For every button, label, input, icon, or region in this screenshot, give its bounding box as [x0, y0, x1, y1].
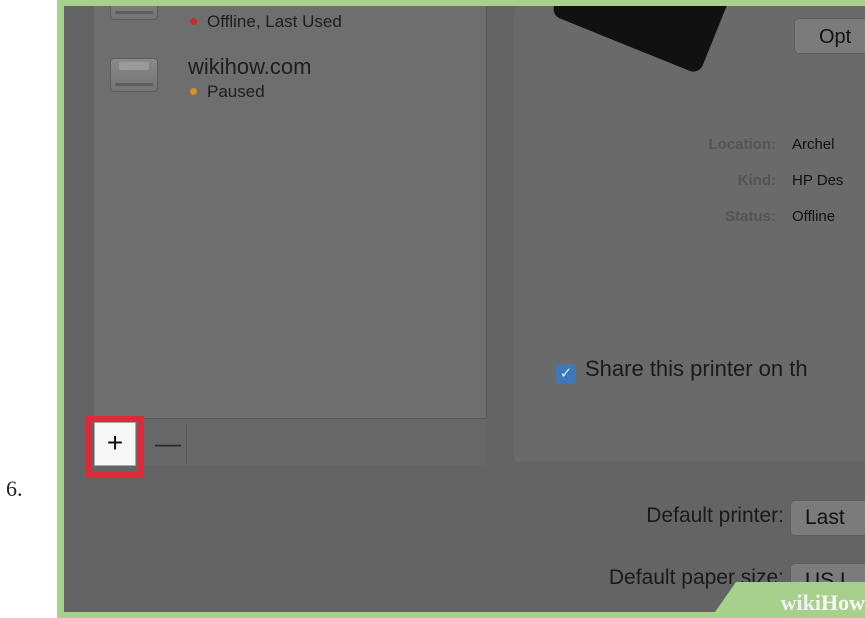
step-number: 6.	[6, 476, 23, 501]
printer-list: Offline, Last Used wikihow.com Paused	[94, 6, 487, 418]
options-supplies-button[interactable]: Opt	[794, 18, 865, 54]
wikihow-watermark: wikiHow	[780, 590, 865, 612]
screenshot-frame: Offline, Last Used wikihow.com Paused + …	[57, 0, 865, 618]
printer-status: Paused	[188, 82, 265, 102]
printer-status: Offline, Last Used	[188, 12, 342, 32]
printer-details-panel	[514, 6, 865, 462]
remove-printer-button[interactable]: —	[150, 424, 187, 464]
printer-icon	[110, 58, 158, 92]
location-label: Location:	[708, 136, 777, 153]
printer-item-wikihow[interactable]: wikihow.com Paused	[110, 50, 470, 110]
add-printer-button[interactable]: +	[94, 422, 136, 466]
status-label: Status:	[725, 208, 776, 225]
printer-item-last-used[interactable]: Offline, Last Used	[110, 6, 470, 56]
default-printer-select[interactable]: Last	[790, 500, 865, 536]
default-printer-label: Default printer:	[646, 504, 784, 527]
printers-preferences-window: Offline, Last Used wikihow.com Paused + …	[64, 6, 865, 612]
share-label: Share this printer on th	[585, 356, 808, 381]
status-dot-icon	[190, 18, 197, 26]
share-checkbox[interactable]: ✓	[556, 364, 576, 384]
share-printer-row[interactable]: ✓ Share this printer on th	[556, 356, 808, 384]
kind-value: HP Des	[792, 172, 844, 189]
printer-name: wikihow.com	[188, 54, 312, 79]
status-dot-icon	[190, 88, 197, 96]
status-value: Offline	[792, 208, 836, 225]
location-value: Archel	[792, 136, 835, 153]
kind-label: Kind:	[737, 172, 776, 189]
printer-icon	[110, 6, 158, 20]
